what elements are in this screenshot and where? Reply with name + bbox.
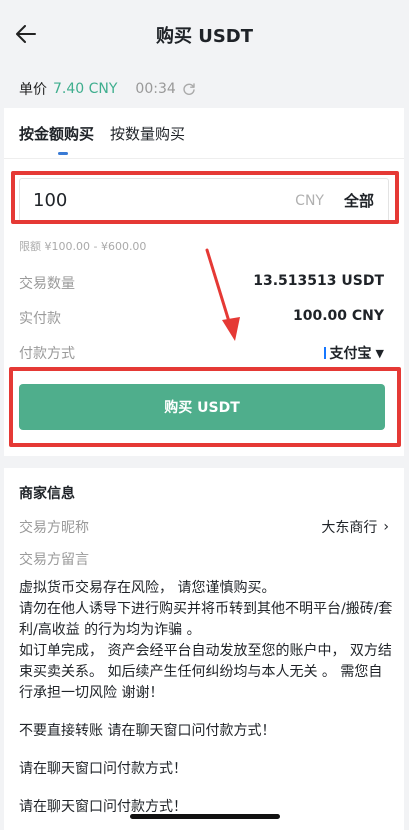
alipay-mark-icon xyxy=(323,347,326,359)
quantity-label: 交易数量 xyxy=(19,276,75,292)
countdown-timer: 00:34 xyxy=(135,81,176,97)
tab-bar: 按金额购买 按数量购买 xyxy=(19,123,185,144)
message-paragraph: 虚拟货币交易存在风险， 请您谨慎购买。 请勿在他人诱导下进行购买并将币转到其他不… xyxy=(19,580,393,701)
tab-buy-by-quantity[interactable]: 按数量购买 xyxy=(110,123,185,144)
actual-pay-label: 实付款 xyxy=(19,311,61,327)
unit-price-value: 7.40 CNY xyxy=(53,81,118,97)
payment-method-row: 付款方式 支付宝 ▼ xyxy=(19,343,384,363)
nickname-value: 大东商行 xyxy=(321,520,378,536)
refresh-icon[interactable] xyxy=(182,82,196,96)
tab-divider xyxy=(4,158,404,159)
payment-method-select[interactable]: 支付宝 ▼ xyxy=(323,343,384,363)
payment-method-label: 付款方式 xyxy=(19,346,75,362)
home-indicator[interactable] xyxy=(130,814,280,819)
active-tab-indicator xyxy=(58,152,68,155)
nickname-label: 交易方昵称 xyxy=(19,520,89,536)
payment-method-value: 支付宝 xyxy=(329,346,372,362)
quantity-value: 13.513513 USDT xyxy=(253,273,384,289)
unit-price-label: 单价 xyxy=(19,82,47,98)
nickname-link[interactable]: 大东商行 › xyxy=(321,517,389,537)
tab-buy-by-amount[interactable]: 按金额购买 xyxy=(19,123,94,144)
merchant-info-title: 商家信息 xyxy=(19,486,75,502)
header: 购买 USDT xyxy=(0,0,409,70)
page-title: 购买 USDT xyxy=(155,26,254,47)
merchant-message: 虚拟货币交易存在风险， 请您谨慎购买。 请勿在他人诱导下进行购买并将币转到其他不… xyxy=(19,578,394,818)
message-paragraph: 请在聊天窗口问付款方式！ xyxy=(19,761,187,777)
chevron-right-icon: › xyxy=(383,519,389,535)
actual-pay-value: 100.00 CNY xyxy=(292,308,384,324)
limit-text: 限额 ¥100.00 - ¥600.00 xyxy=(19,240,147,253)
merchant-info-card: 商家信息 交易方昵称 大东商行 › 交易方留言 虚拟货币交易存在风险， 请您谨慎… xyxy=(4,468,404,830)
caret-down-icon: ▼ xyxy=(375,346,384,360)
highlight-box-buy-button xyxy=(9,367,401,447)
highlight-box-amount xyxy=(11,171,399,224)
price-bar: 单价 7.40 CNY 00:34 xyxy=(0,70,409,108)
annotation-arrow-icon xyxy=(205,248,240,341)
message-paragraph: 不要直接转账 请在聊天窗口问付款方式！ xyxy=(19,723,276,739)
merchant-nickname-row[interactable]: 交易方昵称 大东商行 › xyxy=(19,517,389,537)
message-label: 交易方留言 xyxy=(19,552,89,568)
